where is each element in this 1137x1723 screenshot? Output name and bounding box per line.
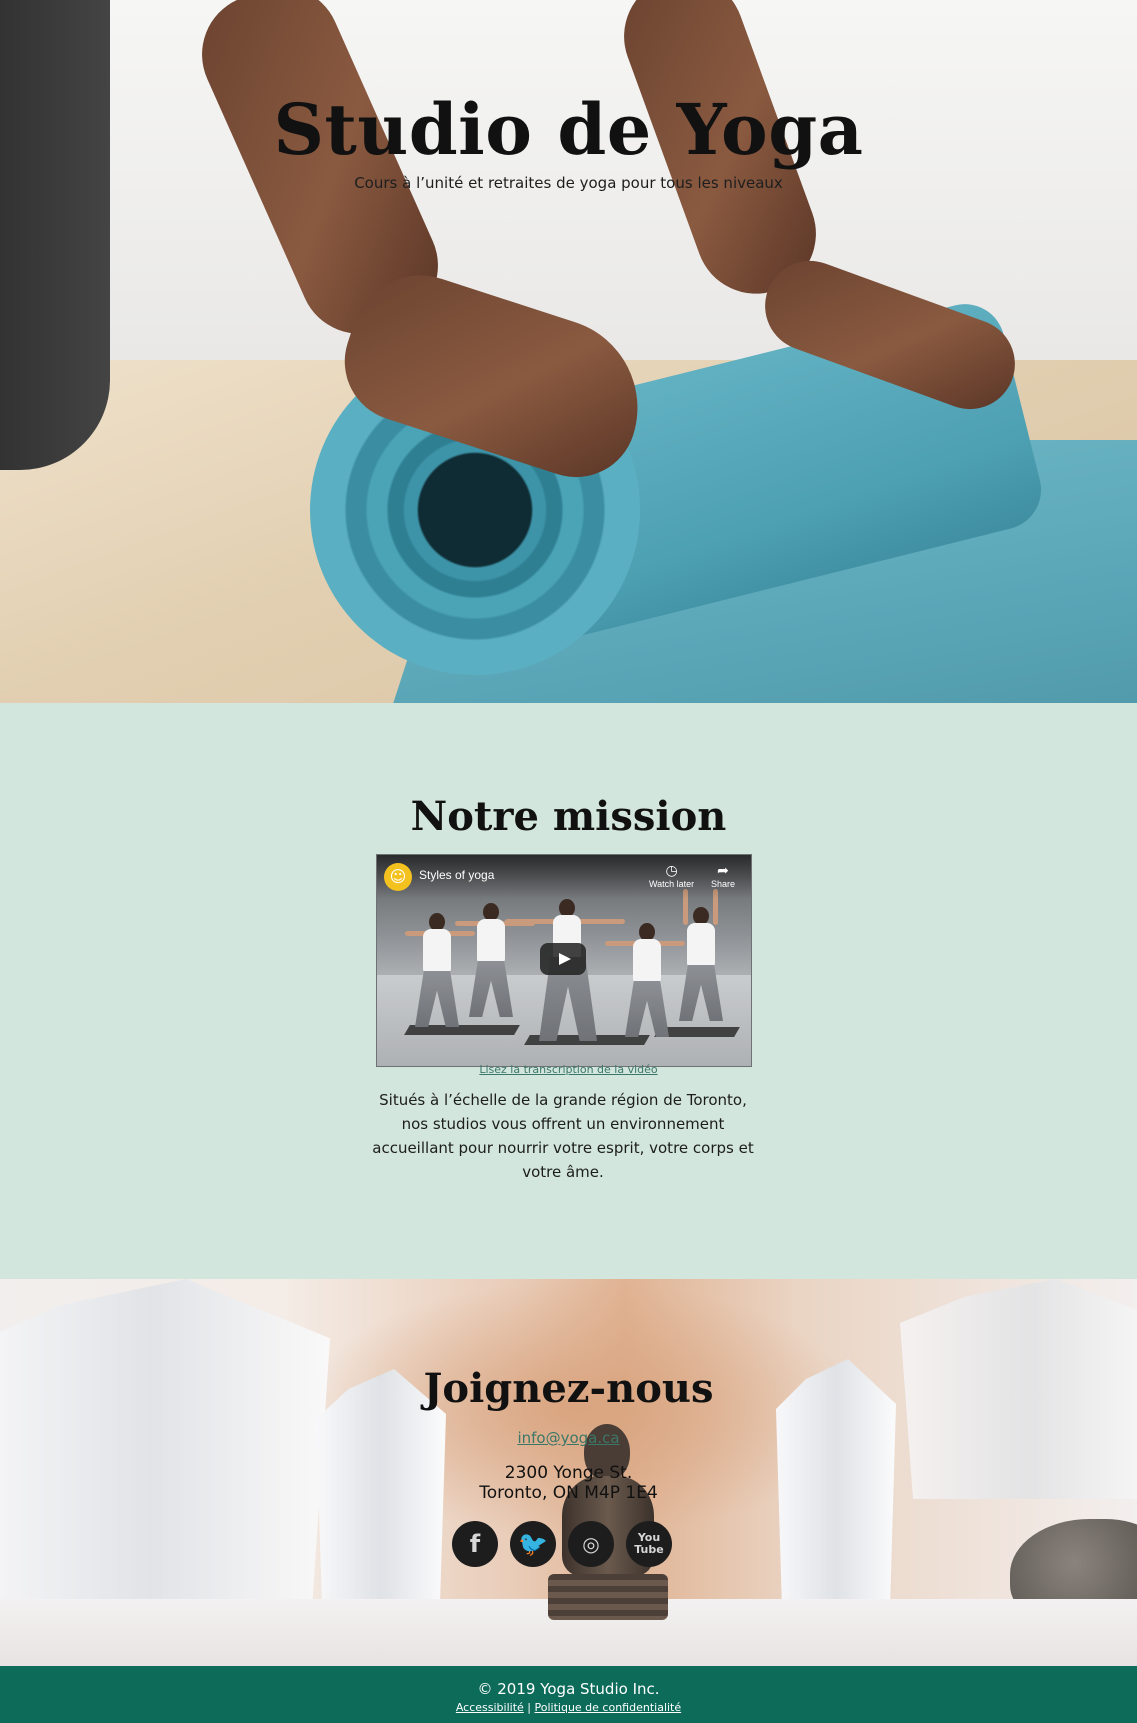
play-button[interactable] <box>540 943 586 975</box>
join-heading: Joignez-nous <box>423 1365 714 1412</box>
share-button[interactable]: ➦ Share <box>711 861 735 889</box>
join-section: Joignez-nous info@yoga.ca 2300 Yonge St.… <box>0 1279 1137 1666</box>
twitter-icon[interactable]: 🐦 <box>510 1521 556 1567</box>
page-subtitle: Cours à l’unité et retraites de yoga pou… <box>354 174 783 192</box>
email-link[interactable]: info@yoga.ca <box>0 1429 1137 1447</box>
page-title: Studio de Yoga <box>273 88 864 171</box>
privacy-policy-link[interactable]: Politique de confidentialité <box>535 1701 682 1714</box>
address-line-2: Toronto, ON M4P 1E4 <box>479 1483 658 1503</box>
copyright: © 2019 Yoga Studio Inc. <box>477 1680 660 1698</box>
mission-heading: Notre mission <box>410 793 727 840</box>
instagram-icon[interactable]: ◎ <box>568 1521 614 1567</box>
video-title[interactable]: Styles of yoga <box>419 868 494 882</box>
social-links: f 🐦 ◎ You Tube <box>452 1521 692 1569</box>
video-player[interactable]: ☺ Styles of yoga ◷ Watch later ➦ Share <box>376 854 752 1067</box>
mission-section: Notre mission ☺ Styles of yoga ◷ Watch l… <box>0 703 1137 1279</box>
transcript-link[interactable]: Lisez la transcription de la vidéo <box>0 1063 1137 1076</box>
mission-description: Situés à l’échelle de la grande région d… <box>372 1091 754 1181</box>
accessibility-link[interactable]: Accessibilité <box>456 1701 524 1714</box>
hero-section: Studio de Yoga Cours à l’unité et retrai… <box>0 0 1137 703</box>
share-arrow-icon: ➦ <box>717 862 729 878</box>
clock-icon: ◷ <box>665 862 678 878</box>
watch-later-button[interactable]: ◷ Watch later <box>649 861 694 889</box>
channel-logo-icon[interactable]: ☺ <box>384 863 412 891</box>
address-line-1: 2300 Yonge St. <box>504 1463 633 1483</box>
hero-dark-shape <box>0 0 110 470</box>
footer-links: Accessibilité | Politique de confidentia… <box>0 1701 1137 1714</box>
watch-later-label: Watch later <box>649 879 695 889</box>
facebook-icon[interactable]: f <box>452 1521 498 1567</box>
address: 2300 Yonge St. Toronto, ON M4P 1E4 <box>0 1463 1137 1503</box>
share-label: Share <box>711 879 736 889</box>
site-footer: © 2019 Yoga Studio Inc. Accessibilité | … <box>0 1666 1137 1723</box>
youtube-icon[interactable]: You Tube <box>626 1521 672 1567</box>
footer-separator: | <box>527 1701 532 1714</box>
youtube-icon-text-2: Tube <box>634 1543 664 1556</box>
